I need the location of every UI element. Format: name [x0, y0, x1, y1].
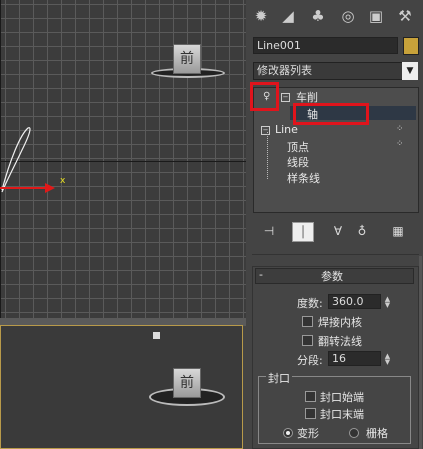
weld-core-label: 焊接内核	[318, 316, 362, 329]
grid-label: 栅格	[366, 427, 388, 440]
segments-label: 分段:	[297, 354, 323, 367]
segments-input[interactable]: 16	[328, 351, 381, 366]
cap-start-checkbox[interactable]	[305, 391, 316, 402]
panel-scrollbar[interactable]	[419, 256, 422, 449]
rollout-collapse-icon[interactable]: -	[259, 268, 263, 281]
create-tab-icon[interactable]: ✹	[251, 6, 271, 26]
degrees-input[interactable]: 360.0	[328, 294, 381, 309]
chevron-down-icon[interactable]: ▼	[402, 62, 418, 80]
object-name-input[interactable]: Line001	[253, 37, 398, 54]
flip-normals-label: 翻转法线	[318, 335, 362, 348]
display-tab-icon[interactable]: ▣	[366, 6, 386, 26]
morph-radio-dot	[286, 431, 290, 435]
capping-group-label: 封口	[266, 370, 292, 386]
modify-tab-icon[interactable]: ◢	[278, 6, 298, 26]
segments-spinner[interactable]: ▲ ▼	[383, 353, 392, 366]
subobject-icon: ⁘	[396, 124, 404, 134]
stack-item-spline[interactable]: 样条线	[287, 170, 320, 186]
divider	[252, 254, 419, 255]
utilities-tab-icon[interactable]: ⚒	[395, 6, 415, 26]
home-icon[interactable]	[153, 332, 160, 339]
flip-normals-checkbox[interactable]	[302, 335, 313, 346]
collapse-icon[interactable]: −	[281, 93, 290, 102]
hierarchy-tab-icon[interactable]: ♣	[308, 6, 328, 26]
remove-modifier-icon[interactable]: ♁	[352, 222, 372, 240]
x-axis-label: x	[60, 176, 66, 186]
stack-item-vertex[interactable]: 顶点	[287, 139, 309, 155]
cap-start-label: 封口始端	[320, 391, 364, 404]
weld-core-checkbox[interactable]	[302, 316, 313, 327]
degrees-label: 度数:	[297, 297, 323, 310]
cap-end-checkbox[interactable]	[305, 408, 316, 419]
highlight-box-lightbulb	[250, 82, 279, 111]
modifier-list-dropdown[interactable]: 修改器列表	[253, 62, 407, 80]
viewcube[interactable]: 前	[173, 368, 201, 398]
top-viewport[interactable]: x 前	[0, 0, 246, 318]
cap-end-label: 封口末端	[320, 408, 364, 421]
make-unique-icon[interactable]: ∀	[328, 222, 348, 240]
viewcube[interactable]: 前	[173, 44, 201, 74]
morph-label: 变形	[297, 427, 319, 440]
rollout-title[interactable]: 参数	[321, 268, 343, 284]
subobject-icon: ⁘	[396, 139, 404, 149]
stack-item-segment[interactable]: 线段	[287, 154, 309, 170]
highlight-box-axis	[293, 103, 369, 125]
motion-tab-icon[interactable]: ◎	[338, 6, 358, 26]
object-color-swatch[interactable]	[403, 37, 419, 55]
show-end-result-icon[interactable]: ⏐	[292, 222, 314, 242]
front-viewport[interactable]: 前	[0, 325, 243, 449]
tree-line	[267, 132, 269, 179]
configure-modifier-sets-icon[interactable]: ▦	[388, 222, 408, 240]
pin-stack-icon[interactable]: ⊣	[259, 222, 279, 240]
degrees-spinner[interactable]: ▲ ▼	[383, 296, 392, 309]
grid-radio[interactable]	[349, 428, 359, 438]
